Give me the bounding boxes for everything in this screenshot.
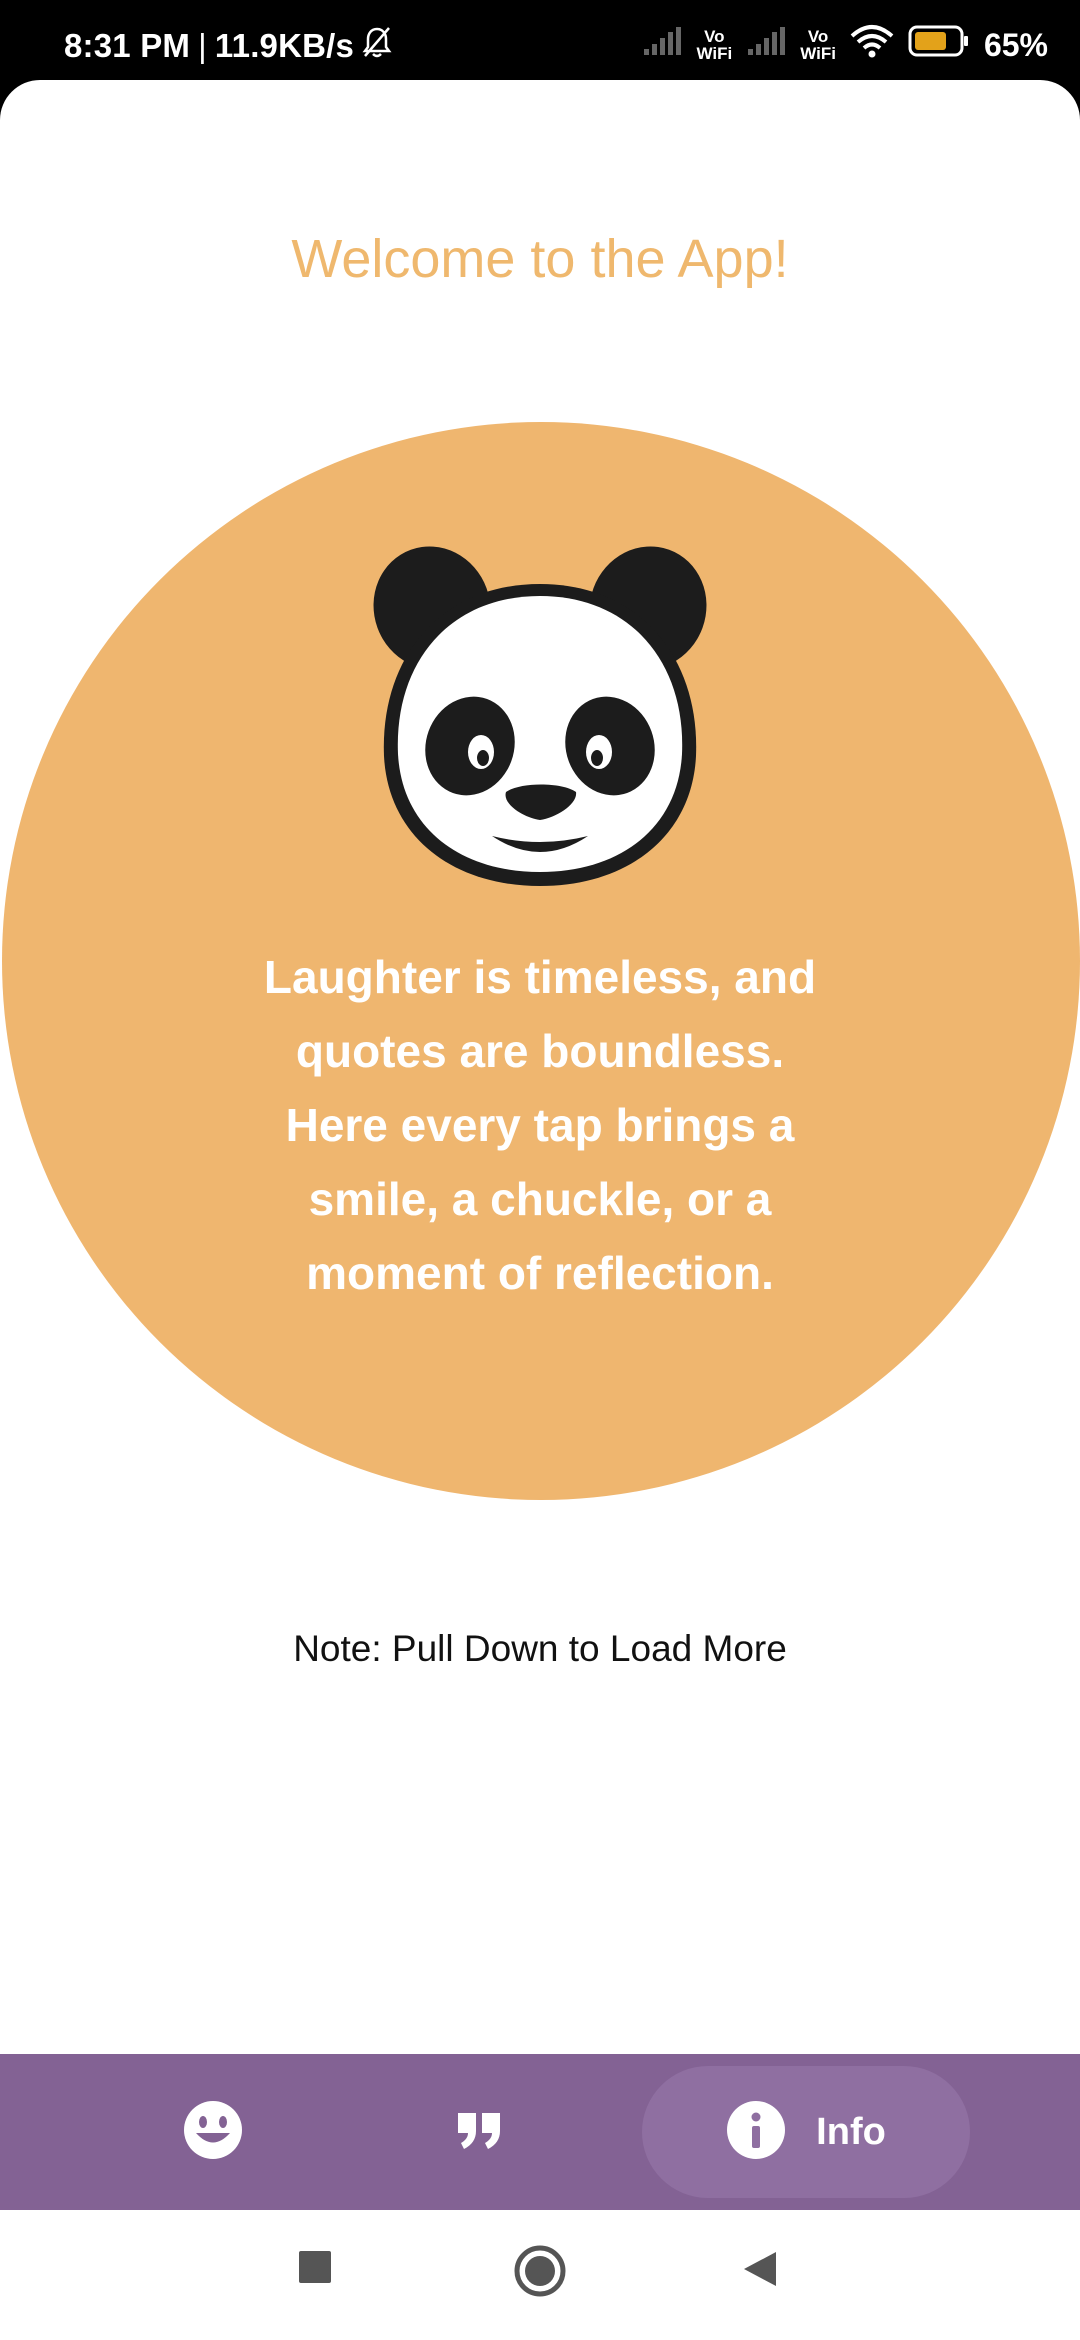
battery-percent: 65% — [983, 26, 1048, 63]
nav-item-info[interactable]: Info — [642, 2066, 970, 2198]
status-separator: | — [198, 27, 207, 64]
smiley-icon — [183, 2100, 243, 2165]
quote-icon — [456, 2111, 502, 2154]
wifi-icon — [850, 24, 894, 66]
panda-icon — [373, 546, 707, 886]
bottom-navigation: Info — [0, 2054, 1080, 2210]
nav-item-info-label: Info — [816, 2110, 886, 2153]
vowifi-label-1: Vo WiFi — [696, 27, 733, 63]
pull-down-note: Note: Pull Down to Load More — [293, 1628, 787, 1669]
status-right: Vo WiFi Vo WiFi 65% — [642, 24, 1048, 66]
status-left: 8:31 PM | 11.9KB/s — [64, 26, 392, 66]
intro-quote-text: Laughter is timeless, and quotes are bou… — [263, 951, 817, 1299]
recents-button[interactable] — [298, 2250, 332, 2289]
app-screen[interactable]: Welcome to the App! Laughter is timeless… — [0, 80, 1080, 2255]
signal-icon-2 — [746, 27, 786, 63]
home-button[interactable] — [514, 2245, 566, 2302]
status-bar: 8:31 PM | 11.9KB/s Vo WiFi Vo WiFi 65% — [0, 0, 1080, 80]
status-time: 8:31 PM — [64, 27, 191, 64]
battery-icon — [908, 25, 970, 65]
back-triangle-icon — [742, 2252, 778, 2292]
circle-home-icon — [514, 2245, 566, 2301]
back-button[interactable] — [742, 2250, 778, 2293]
signal-icon — [642, 27, 682, 63]
bell-muted-icon — [362, 26, 392, 66]
system-navigation-bar — [0, 2210, 1080, 2340]
square-icon — [298, 2251, 332, 2288]
info-icon — [726, 2100, 786, 2165]
status-net-speed: 11.9KB/s — [214, 27, 355, 64]
nav-item-jokes[interactable] — [148, 2066, 278, 2198]
vowifi-label-2: Vo WiFi — [800, 27, 836, 63]
welcome-title: Welcome to the App! — [291, 229, 789, 289]
nav-item-quotes[interactable] — [414, 2066, 544, 2198]
